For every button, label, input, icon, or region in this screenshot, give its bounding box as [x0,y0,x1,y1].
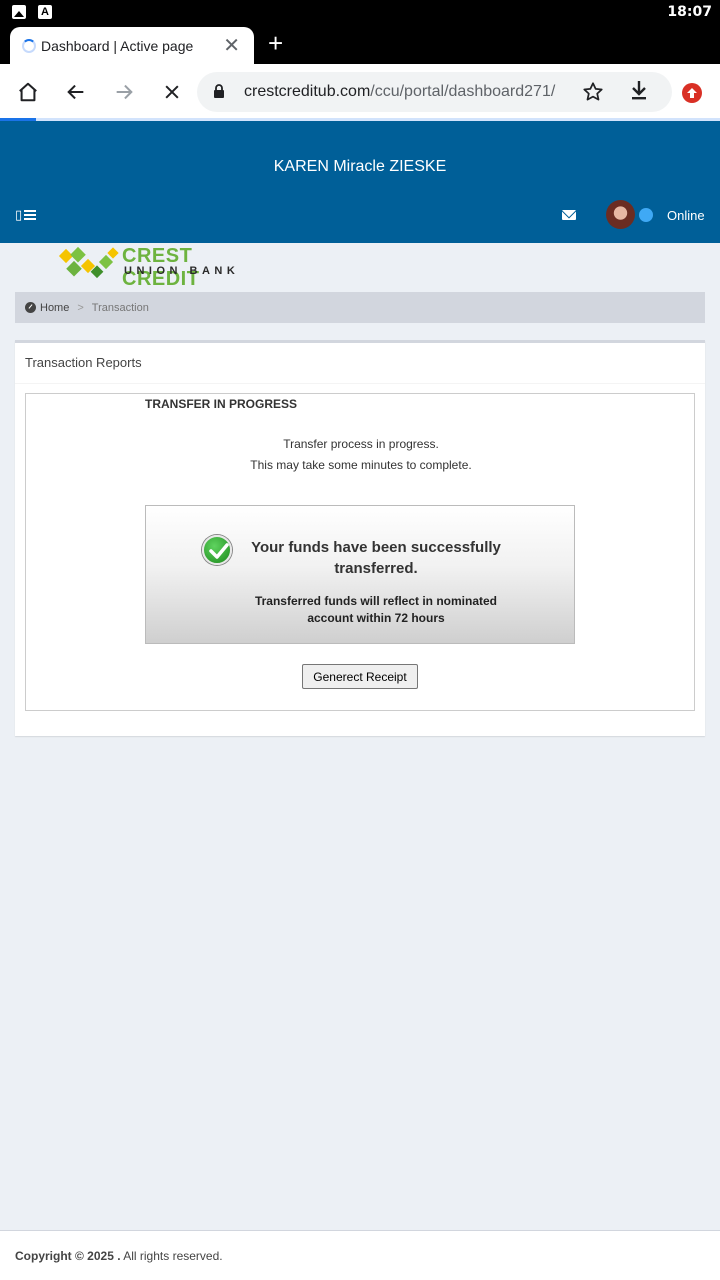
breadcrumb-current: Transaction [91,301,149,314]
transfer-message-line1: Transfer process in progress. [283,437,439,451]
generate-receipt-button[interactable]: Generect Receipt [302,664,418,689]
lock-icon[interactable] [213,84,225,104]
address-bar[interactable]: crestcreditub.com/ccu/portal/dashboard27… [197,72,672,112]
hamburger-icon [24,210,37,220]
close-tab-icon[interactable]: ✕ [223,33,240,58]
logo-text-line2: UNION BANK [124,265,240,277]
bookmark-star-icon[interactable] [582,81,604,108]
dashboard-icon [25,302,36,313]
rights-label: All rights reserved. [120,1249,223,1263]
breadcrumb: Home > Transaction [15,292,705,323]
envelope-icon[interactable] [562,210,576,220]
sidebar-toggle-button[interactable]: ▯ [15,207,37,223]
loading-spinner-icon [22,39,36,53]
missing-glyph-icon: ▯ [15,207,23,222]
tab-strip: Dashboard | Active page ✕ + [0,24,720,64]
url-text: crestcreditub.com/ccu/portal/dashboard27… [244,83,556,100]
clock: 18:07 [667,4,712,20]
back-icon[interactable] [62,78,90,106]
app-header: KAREN Miracle ZIESKE ▯ Online [0,121,720,243]
panel-title: Transaction Reports [25,355,142,370]
system-status-bar: A 18:07 [0,0,720,24]
download-icon[interactable] [627,78,651,107]
breadcrumb-home-link[interactable]: Home [40,302,69,314]
page-footer: Copyright © 2025 . All rights reserved. [0,1230,720,1280]
font-notification-icon: A [38,5,52,19]
user-full-name: KAREN Miracle ZIESKE [273,158,447,175]
checkmark-icon [202,535,232,565]
stop-loading-icon[interactable] [158,78,186,106]
panel-divider [15,383,705,384]
success-note: Transferred funds will reflect in nomina… [254,594,498,625]
success-title: Your funds have been successfully transf… [251,539,501,577]
transfer-status-box: TRANSFER IN PROGRESS Transfer process in… [25,393,695,711]
update-available-icon[interactable] [682,83,702,103]
bank-logo: CREST CREDIT UNION BANK [55,243,275,290]
transfer-status-heading: TRANSFER IN PROGRESS [145,397,298,411]
browser-toolbar: crestcreditub.com/ccu/portal/dashboard27… [0,64,720,120]
new-tab-icon[interactable]: + [268,30,283,56]
gallery-notification-icon [12,5,26,19]
online-status-dot [639,208,653,222]
user-avatar[interactable] [606,200,635,229]
transaction-panel: Transaction Reports TRANSFER IN PROGRESS… [15,340,705,736]
forward-icon[interactable] [110,78,138,106]
footer-text: Copyright © 2025 . All rights reserved. [15,1249,223,1263]
tab-title: Dashboard | Active page [41,38,194,54]
logo-mark-icon [58,246,119,279]
copyright-label: Copyright © 2025 . [15,1249,121,1263]
transfer-message-line2: This may take some minutes to complete. [250,458,472,472]
success-banner: Your funds have been successfully transf… [145,505,575,644]
breadcrumb-separator: > [77,301,84,314]
online-status-label: Online [667,208,705,223]
home-icon[interactable] [14,78,42,106]
browser-tab[interactable]: Dashboard | Active page ✕ [10,27,254,64]
